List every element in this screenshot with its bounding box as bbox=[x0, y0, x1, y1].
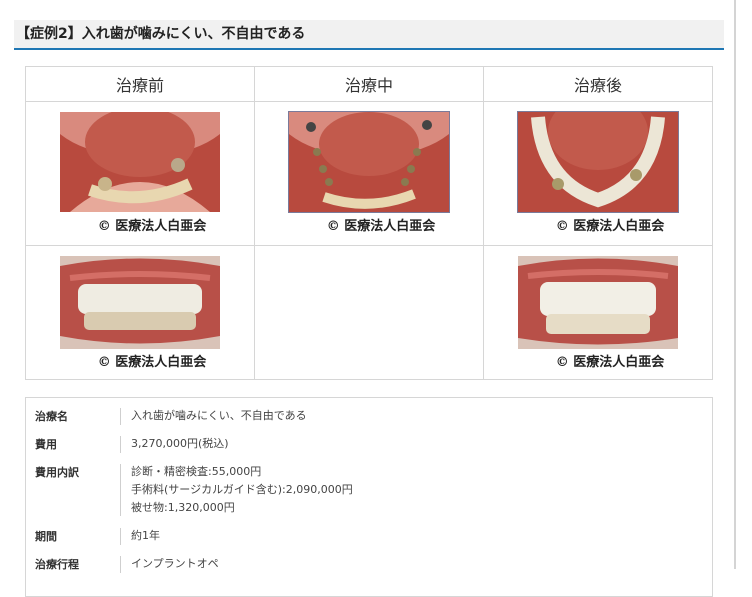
info-value-line: 手術料(サージカルガイド含む):2,090,000円 bbox=[131, 483, 353, 496]
header-after: 治療後 bbox=[483, 66, 713, 102]
info-separator bbox=[120, 464, 121, 516]
info-separator bbox=[120, 528, 121, 545]
photo-credit: © 医療法人白亜会 bbox=[326, 219, 436, 234]
photo-credit: © 医療法人白亜会 bbox=[97, 355, 207, 370]
treatment-info-box: 治療名 入れ歯が噛みにくい、不自由である 費用 3,270,000円(税込) 費… bbox=[25, 397, 713, 597]
info-value-line: 被せ物:1,320,000円 bbox=[131, 501, 235, 514]
photo-credit: © 医療法人白亜会 bbox=[97, 219, 207, 234]
photo-before-front-teeth[interactable] bbox=[60, 256, 220, 349]
cell-during-lower: © 医療法人白亜会 bbox=[254, 101, 484, 246]
photo-after-front-teeth[interactable] bbox=[518, 256, 678, 349]
cell-before-lower: © 医療法人白亜会 bbox=[25, 101, 255, 246]
photo-during-lower-jaw[interactable] bbox=[288, 111, 450, 213]
photo-after-lower-jaw[interactable] bbox=[517, 111, 679, 213]
info-value-line: 診断・精密検査:55,000円 bbox=[131, 465, 262, 478]
case-heading: 【症例2】入れ歯が噛みにくい、不自由である bbox=[14, 20, 724, 50]
treatment-photo-table: 治療前 治療中 治療後 © 医療法人白亜会 © 医療法人白亜会 © 医療法人白亜… bbox=[25, 66, 713, 380]
info-separator bbox=[120, 436, 121, 453]
info-label: 治療名 bbox=[35, 410, 68, 423]
info-value: 3,270,000円(税込) bbox=[131, 437, 229, 450]
cell-during-front-empty bbox=[254, 245, 484, 380]
info-value: 約1年 bbox=[131, 529, 160, 542]
header-during: 治療中 bbox=[254, 66, 484, 102]
photo-credit: © 医療法人白亜会 bbox=[555, 355, 665, 370]
info-label: 治療行程 bbox=[35, 558, 79, 571]
info-label: 期間 bbox=[35, 530, 57, 543]
cell-after-lower: © 医療法人白亜会 bbox=[483, 101, 713, 246]
info-label: 費用内訳 bbox=[35, 466, 79, 479]
info-separator bbox=[120, 556, 121, 573]
photo-before-lower-jaw[interactable] bbox=[60, 112, 220, 212]
header-before: 治療前 bbox=[25, 66, 255, 102]
page-edge-divider bbox=[734, 0, 736, 569]
info-value: インプラントオペ bbox=[131, 557, 219, 570]
cell-before-front: © 医療法人白亜会 bbox=[25, 245, 255, 380]
cell-after-front: © 医療法人白亜会 bbox=[483, 245, 713, 380]
info-value: 入れ歯が噛みにくい、不自由である bbox=[131, 409, 307, 422]
info-separator bbox=[120, 408, 121, 425]
info-label: 費用 bbox=[35, 438, 57, 451]
photo-credit: © 医療法人白亜会 bbox=[555, 219, 665, 234]
